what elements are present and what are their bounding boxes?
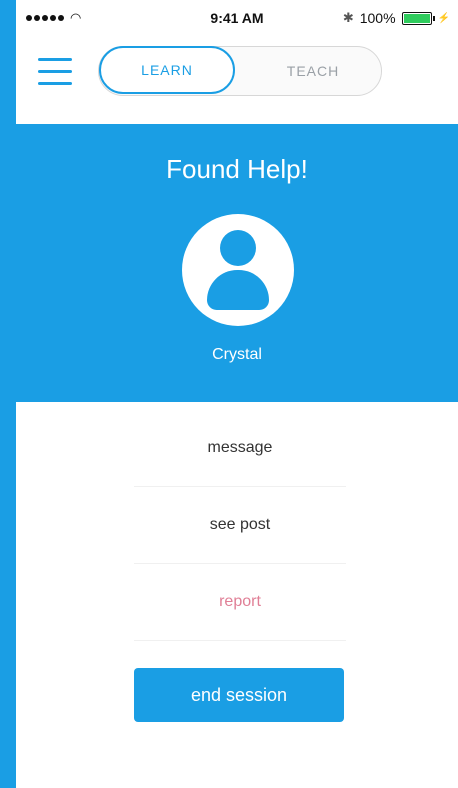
charging-icon: ⚡ [437, 12, 450, 24]
battery-percent: 100% [359, 10, 396, 26]
battery-icon [401, 11, 435, 25]
status-bar: ◠ 9:41 AM ✱ 100% ⚡ [16, 0, 458, 38]
options-list: message see post report [134, 410, 346, 641]
status-right: ✱ 100% ⚡ [343, 10, 450, 26]
tab-teach[interactable]: TEACH [253, 47, 373, 95]
bluetooth-icon: ✱ [342, 10, 354, 25]
avatar [182, 214, 294, 326]
page-title: Found Help! [166, 154, 308, 184]
helper-name: Crystal [212, 346, 262, 363]
top-nav: LEARN TEACH [16, 40, 458, 112]
see-post-option[interactable]: see post [134, 487, 346, 564]
learn-teach-toggle: LEARN TEACH [98, 46, 382, 96]
end-session-button[interactable]: end session [134, 668, 344, 722]
user-icon [220, 230, 256, 266]
message-option[interactable]: message [134, 410, 346, 487]
report-option[interactable]: report [134, 564, 346, 641]
tab-learn[interactable]: LEARN [99, 46, 235, 94]
hamburger-menu-icon[interactable] [38, 58, 72, 88]
found-help-banner: Found Help! Crystal [16, 124, 458, 402]
phone-screen: ◠ 9:41 AM ✱ 100% ⚡ LEARN TEACH Found Hel… [16, 0, 458, 788]
